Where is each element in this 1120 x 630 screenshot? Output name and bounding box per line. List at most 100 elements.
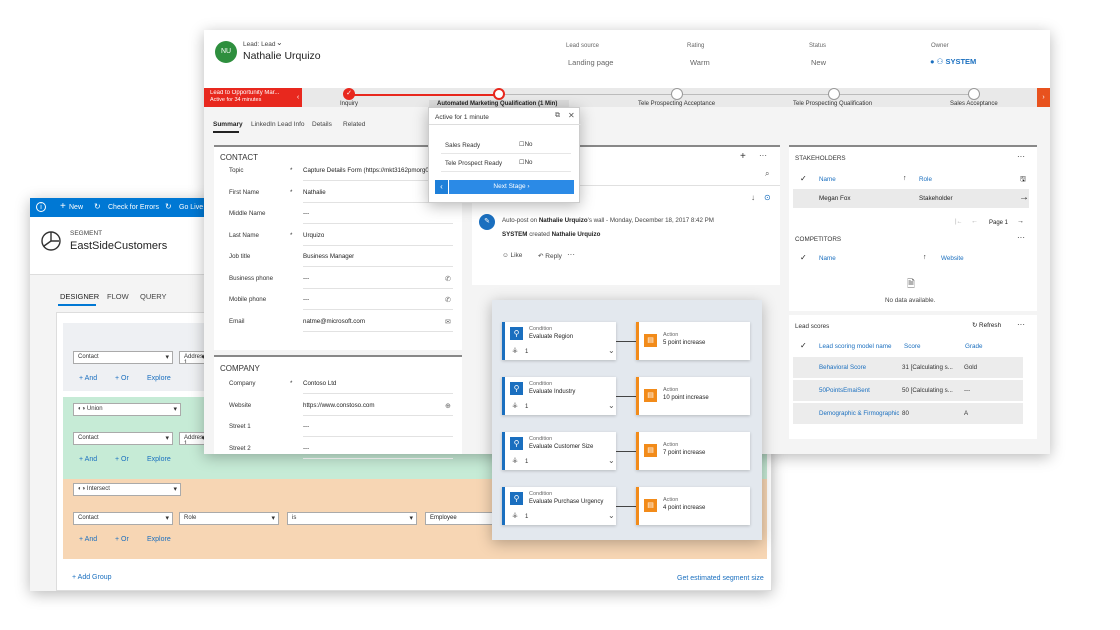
owner-field[interactable]: ● ⚇ SYSTEM bbox=[930, 57, 976, 66]
sort-up-icon[interactable]: ↑ bbox=[903, 175, 907, 182]
flyout-back-button[interactable]: ‹ bbox=[435, 180, 448, 194]
col-score[interactable]: Score bbox=[904, 343, 920, 350]
filter-icon[interactable]: ⊙ bbox=[764, 193, 771, 202]
tab-flow[interactable]: FLOW bbox=[107, 292, 129, 301]
field-value[interactable]: https://www.constoso.com bbox=[303, 402, 375, 409]
competitors-col-website[interactable]: Website bbox=[941, 255, 964, 262]
group3-operator-select[interactable]: is bbox=[287, 512, 417, 525]
stakeholders-more-icon[interactable]: ··· bbox=[1017, 152, 1025, 161]
email-icon[interactable]: ✉ bbox=[445, 318, 451, 326]
action-tile[interactable]: ▤ Action 5 point increase bbox=[636, 322, 750, 360]
lead-scores-more-icon[interactable]: ··· bbox=[1017, 320, 1025, 329]
phone-icon[interactable]: ✆ bbox=[445, 275, 451, 283]
save-icon[interactable]: 🖫 bbox=[1020, 175, 1026, 186]
intersect-select[interactable]: ◐◑ Intersect bbox=[73, 483, 181, 496]
table-row[interactable]: 50PointsEmaiSent 50 [Calculating s... --- bbox=[793, 380, 1023, 401]
field-value[interactable]: Nathalie bbox=[303, 189, 326, 196]
field-value[interactable]: Capture Details Form (https://mkt3162pmo… bbox=[303, 167, 429, 174]
tab-designer[interactable]: DESIGNER bbox=[60, 292, 99, 301]
model-name-link[interactable]: Behavioral Score bbox=[819, 364, 866, 371]
model-name-link[interactable]: 50PointsEmaiSent bbox=[819, 387, 870, 394]
timeline-add-icon[interactable]: + bbox=[740, 151, 746, 162]
col-grade[interactable]: Grade bbox=[965, 343, 983, 350]
stage-tpq-marker[interactable] bbox=[828, 88, 840, 100]
field-value[interactable]: --- bbox=[303, 210, 309, 217]
add-group-button[interactable]: + Add Group bbox=[72, 574, 112, 581]
stage-inquiry-marker[interactable]: ✓ bbox=[343, 88, 355, 100]
popout-icon[interactable]: ⧉ bbox=[555, 112, 560, 120]
field-value[interactable]: --- bbox=[303, 445, 309, 452]
and-button[interactable]: + And bbox=[79, 456, 97, 463]
stakeholders-col-role[interactable]: Role bbox=[919, 176, 932, 183]
chevron-down-icon[interactable]: ⌄ bbox=[608, 346, 615, 355]
go-live-button[interactable]: Go Live bbox=[179, 204, 203, 211]
condition-tile[interactable]: ⚲ Condition Evaluate Industry ⚶ 1 ⌄ bbox=[502, 377, 616, 415]
stage-tpa-marker[interactable] bbox=[671, 88, 683, 100]
chevron-down-icon[interactable]: ⌄ bbox=[608, 401, 615, 410]
field-value[interactable]: Business Manager bbox=[303, 253, 354, 260]
new-button[interactable]: New bbox=[69, 204, 83, 211]
field-value[interactable]: Urquizo bbox=[303, 232, 324, 239]
sort-icon[interactable]: ↓ bbox=[751, 193, 755, 202]
phone-icon[interactable]: ✆ bbox=[445, 296, 451, 304]
field-value[interactable]: --- bbox=[303, 296, 309, 303]
and-button[interactable]: + And bbox=[79, 536, 97, 543]
and-button[interactable]: + And bbox=[79, 375, 97, 382]
group1-entity-select[interactable]: Contact bbox=[73, 351, 173, 364]
table-row[interactable]: Megan Fox Stakeholder → bbox=[793, 189, 1029, 208]
attach-icon[interactable]: ⌕ bbox=[765, 169, 769, 179]
prev-page-icon[interactable]: ← bbox=[971, 218, 978, 225]
condition-tile[interactable]: ⚲ Condition Evaluate Region ⚶ 1 ⌄ bbox=[502, 322, 616, 360]
chevron-down-icon[interactable]: ⌄ bbox=[608, 456, 615, 465]
globe-icon[interactable]: ⊕ bbox=[445, 402, 451, 410]
or-button[interactable]: + Or bbox=[115, 375, 129, 382]
process-prev-button[interactable]: ‹ bbox=[294, 88, 302, 107]
tab-related[interactable]: Related bbox=[343, 121, 365, 128]
col-model-name[interactable]: Lead scoring model name bbox=[819, 343, 891, 350]
explore-button[interactable]: Explore bbox=[147, 536, 171, 543]
or-button[interactable]: + Or bbox=[115, 456, 129, 463]
process-next-button[interactable]: › bbox=[1037, 88, 1050, 107]
sales-ready-checkbox[interactable]: ☐No bbox=[519, 141, 532, 148]
stage-active-marker[interactable] bbox=[493, 88, 505, 100]
condition-tile[interactable]: ⚲ Condition Evaluate Customer Size ⚶ 1 ⌄ bbox=[502, 432, 616, 470]
group3-field-select[interactable]: Role bbox=[179, 512, 279, 525]
check-errors-button[interactable]: Check for Errors bbox=[108, 204, 159, 211]
select-all-icon[interactable]: ✓ bbox=[800, 253, 807, 262]
explore-button[interactable]: Explore bbox=[147, 375, 171, 382]
stage-sa-marker[interactable] bbox=[968, 88, 980, 100]
action-tile[interactable]: ▤ Action 10 point increase bbox=[636, 377, 750, 415]
competitors-more-icon[interactable]: ··· bbox=[1017, 233, 1025, 242]
table-row[interactable]: Demographic & Firmographic 80 A bbox=[793, 403, 1023, 424]
arrow-right-icon[interactable]: → bbox=[1019, 192, 1029, 203]
select-all-icon[interactable]: ✓ bbox=[800, 174, 807, 183]
group3-value-input[interactable]: Employee bbox=[425, 512, 499, 525]
estimate-size-link[interactable]: Get estimated segment size bbox=[677, 575, 764, 582]
next-stage-button[interactable]: Next Stage › bbox=[449, 180, 574, 194]
stakeholders-col-name[interactable]: Name bbox=[819, 176, 836, 183]
field-value[interactable]: --- bbox=[303, 423, 309, 430]
record-type-chevron-icon[interactable]: ⌄ bbox=[276, 38, 283, 47]
or-button[interactable]: + Or bbox=[115, 536, 129, 543]
chevron-down-icon[interactable]: ⌄ bbox=[608, 511, 615, 520]
tab-summary[interactable]: Summary bbox=[213, 121, 243, 128]
model-name-link[interactable]: Demographic & Firmographic bbox=[819, 410, 899, 417]
process-name[interactable]: Lead to Opportunity Mar... Active for 34… bbox=[204, 88, 294, 107]
post-more-icon[interactable]: ··· bbox=[567, 250, 575, 259]
group2-entity-select[interactable]: Contact bbox=[73, 432, 173, 445]
tele-ready-checkbox[interactable]: ☐No bbox=[519, 159, 532, 166]
union-select[interactable]: ◐◑ Union bbox=[73, 403, 181, 416]
field-value[interactable]: --- bbox=[303, 275, 309, 282]
action-tile[interactable]: ▤ Action 4 point increase bbox=[636, 487, 750, 525]
tab-details[interactable]: Details bbox=[312, 121, 332, 128]
table-row[interactable]: Behavioral Score 31 [Calculating s... Gold bbox=[793, 357, 1023, 378]
competitors-col-name[interactable]: Name bbox=[819, 255, 836, 262]
group3-entity-select[interactable]: Contact bbox=[73, 512, 173, 525]
close-icon[interactable]: ✕ bbox=[568, 111, 575, 120]
field-value[interactable]: natme@microsoft.com bbox=[303, 318, 365, 325]
action-tile[interactable]: ▤ Action 7 point increase bbox=[636, 432, 750, 470]
select-all-icon[interactable]: ✓ bbox=[800, 341, 807, 350]
condition-tile[interactable]: ⚲ Condition Evaluate Purchase Urgency ⚶ 1 ⌄ bbox=[502, 487, 616, 525]
next-page-icon[interactable]: → bbox=[1017, 218, 1024, 225]
field-value[interactable]: Contoso Ltd bbox=[303, 380, 336, 387]
